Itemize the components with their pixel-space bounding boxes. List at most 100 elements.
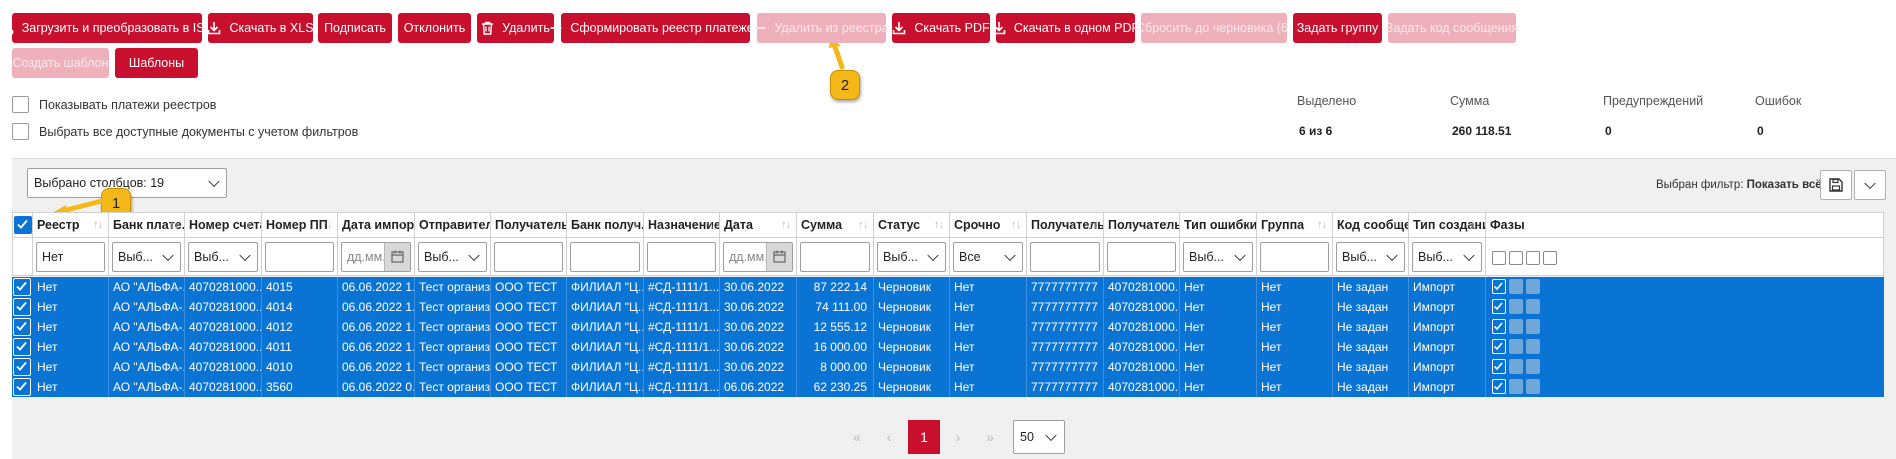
filter-select[interactable]: Выб... <box>1412 242 1482 272</box>
column-header-12[interactable]: Статус <box>874 212 950 238</box>
table-row[interactable]: Нет АО "АЛЬФА-... 4070281000... 4010 06.06.2… <box>12 357 1884 377</box>
sort-icon[interactable] <box>704 213 716 237</box>
подписать-button[interactable]: Подписать <box>318 13 392 43</box>
filter-input[interactable]: Нет <box>36 242 105 272</box>
отклонить-button[interactable]: Отклонить <box>398 13 471 43</box>
filter-select[interactable]: Выб... <box>1183 242 1253 272</box>
phase-filter-checkbox[interactable] <box>1526 251 1540 265</box>
calendar-icon[interactable] <box>384 243 410 271</box>
phase-checkbox[interactable] <box>1492 299 1506 314</box>
sort-icon[interactable] <box>1011 213 1023 237</box>
column-header-13[interactable]: Срочно <box>950 212 1027 238</box>
sort-icon[interactable] <box>781 213 793 237</box>
select-all-rows-checkbox[interactable] <box>12 212 33 238</box>
filter-select[interactable]: Выб... <box>188 242 258 272</box>
filter-select[interactable]: Выб... <box>1336 242 1405 272</box>
скачать-pdf-button[interactable]: Скачать PDF <box>892 13 990 43</box>
date-filter-input[interactable]: дд.мм.г <box>723 242 793 272</box>
создать-шаблон-button[interactable]: Создать шаблон <box>12 48 109 78</box>
phase-checkbox[interactable] <box>1492 279 1506 294</box>
row-checkbox[interactable] <box>13 378 31 396</box>
row-checkbox[interactable] <box>13 338 31 356</box>
filter-input[interactable] <box>1107 242 1176 272</box>
phase-checkbox[interactable] <box>1492 359 1506 374</box>
page-size-select[interactable]: 50 <box>1013 420 1065 454</box>
date-filter-input[interactable]: дд.мм.г <box>341 242 411 272</box>
table-row[interactable]: Нет АО "АЛЬФА-... 4070281000... 3560 06.06.2… <box>12 377 1884 397</box>
save-filter-button[interactable] <box>1820 170 1852 200</box>
phase-checkbox[interactable] <box>1492 339 1506 354</box>
phase-filter-checkbox[interactable] <box>1492 251 1506 265</box>
filter-input[interactable] <box>647 242 716 272</box>
задать-код-сообщения-button[interactable]: Задать код сообщения <box>1386 13 1518 43</box>
column-header-2[interactable]: Банк плате... <box>109 212 185 238</box>
sort-icon[interactable] <box>475 213 487 237</box>
column-header-5[interactable]: Дата импорта <box>338 212 415 238</box>
row-checkbox[interactable] <box>13 318 31 336</box>
next-page-button[interactable]: › <box>943 420 973 454</box>
filter-input[interactable] <box>494 242 563 272</box>
sort-icon[interactable] <box>1088 213 1100 237</box>
sort-icon[interactable] <box>246 213 258 237</box>
current-page-button[interactable]: 1 <box>908 420 940 454</box>
column-header-4[interactable]: Номер ПП <box>262 212 338 238</box>
удалить-button[interactable]: Удалить <box>477 13 554 43</box>
задать-группу-button[interactable]: Задать группу <box>1293 13 1382 43</box>
sort-icon[interactable] <box>858 213 870 237</box>
sort-icon[interactable] <box>1470 213 1482 237</box>
table-row[interactable]: Нет АО "АЛЬФА-... 4070281000... 4012 06.06.2… <box>12 317 1884 337</box>
checkbox-checked[interactable] <box>14 216 32 234</box>
column-header-20[interactable]: Фазы <box>1486 212 1884 238</box>
шаблоны-button[interactable]: Шаблоны <box>115 48 198 78</box>
phase-checkbox[interactable] <box>1492 379 1506 394</box>
filter-input[interactable] <box>800 242 870 272</box>
prev-page-button[interactable]: ‹ <box>874 420 904 454</box>
column-header-1[interactable]: Реестр <box>33 212 109 238</box>
show-registry-payments-checkbox[interactable] <box>12 96 29 113</box>
phase-filter-checkbox[interactable] <box>1543 251 1557 265</box>
column-header-7[interactable]: Получатель <box>491 212 567 238</box>
sort-icon[interactable] <box>169 213 181 237</box>
column-header-17[interactable]: Группа <box>1257 212 1333 238</box>
last-page-button[interactable]: » <box>975 420 1005 454</box>
column-header-15[interactable]: Получатель... <box>1104 212 1180 238</box>
first-page-button[interactable]: « <box>842 420 872 454</box>
calendar-icon[interactable] <box>766 243 792 271</box>
table-row[interactable]: Нет АО "АЛЬФА-... 4070281000... 4014 06.06.2… <box>12 297 1884 317</box>
filter-select[interactable]: Выб... <box>418 242 487 272</box>
row-checkbox[interactable] <box>13 278 31 296</box>
table-row[interactable]: Нет АО "АЛЬФА-... 4070281000... 4015 06.06.2… <box>12 277 1884 297</box>
column-header-3[interactable]: Номер счета <box>185 212 262 238</box>
sort-icon[interactable] <box>322 213 334 237</box>
сбросить-до-черновика-button[interactable]: Сбросить до черновика (6) <box>1136 13 1292 43</box>
phase-filter-checkbox[interactable] <box>1509 251 1523 265</box>
filter-select[interactable]: Выб... <box>112 242 181 272</box>
filter-select[interactable]: Все <box>953 242 1023 272</box>
column-header-10[interactable]: Дата <box>720 212 797 238</box>
phase-checkbox[interactable] <box>1492 319 1506 334</box>
column-header-14[interactable]: Получатель... <box>1027 212 1104 238</box>
filter-dropdown-button[interactable] <box>1854 170 1886 200</box>
filter-select[interactable]: Выб... <box>877 242 946 272</box>
sort-icon[interactable] <box>1317 213 1329 237</box>
filter-input[interactable] <box>570 242 640 272</box>
sort-icon[interactable] <box>628 213 640 237</box>
column-header-11[interactable]: Сумма <box>797 212 874 238</box>
скачать-в-xls-button[interactable]: Скачать в XLS <box>208 13 314 43</box>
sort-icon[interactable] <box>934 213 946 237</box>
column-header-6[interactable]: Отправитель <box>415 212 491 238</box>
filter-input[interactable] <box>1260 242 1329 272</box>
скачать-в-одном-pdf-button[interactable]: Скачать в одном PDF <box>992 13 1139 43</box>
sort-icon[interactable] <box>1164 213 1176 237</box>
sort-icon[interactable] <box>93 213 105 237</box>
удалить-из-реестра-button[interactable]: Удалить из реестра <box>754 13 889 43</box>
row-checkbox[interactable] <box>13 298 31 316</box>
column-header-16[interactable]: Тип ошибки <box>1180 212 1257 238</box>
row-checkbox[interactable] <box>13 358 31 376</box>
column-header-9[interactable]: Назначение <box>644 212 720 238</box>
column-header-19[interactable]: Тип создания <box>1409 212 1486 238</box>
column-header-18[interactable]: Код сообще... <box>1333 212 1409 238</box>
column-header-8[interactable]: Банк получ... <box>567 212 644 238</box>
sort-icon[interactable] <box>1393 213 1405 237</box>
sort-icon[interactable] <box>1241 213 1253 237</box>
